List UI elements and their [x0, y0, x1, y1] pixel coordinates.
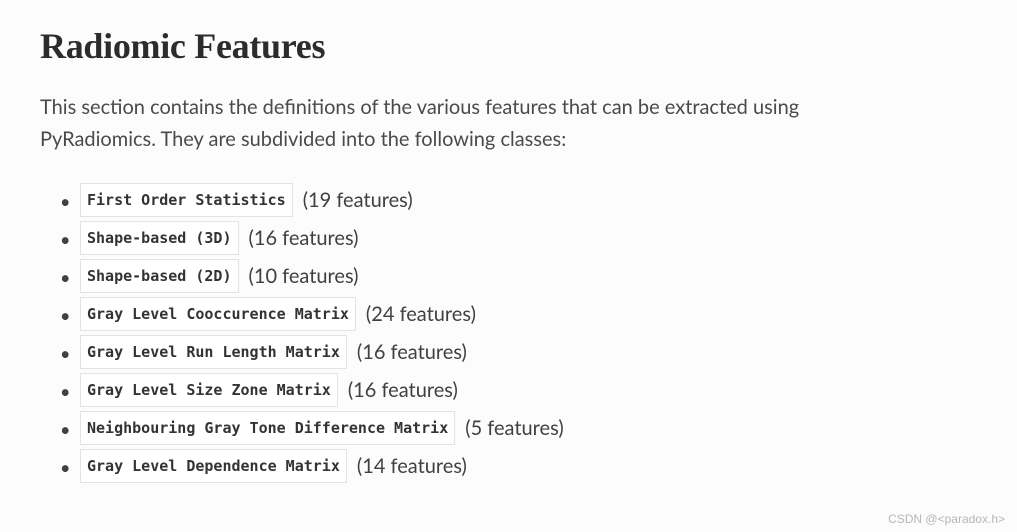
feature-count: (10 features) — [249, 260, 359, 292]
feature-name-code: Neighbouring Gray Tone Difference Matrix — [80, 411, 455, 445]
feature-name-code: Gray Level Dependence Matrix — [80, 449, 347, 483]
watermark: CSDN @<paradox.h> — [888, 512, 1005, 526]
list-item: Shape-based (2D) (10 features) — [80, 259, 977, 293]
feature-count: (5 features) — [465, 412, 563, 444]
list-item: Neighbouring Gray Tone Difference Matrix… — [80, 411, 977, 445]
feature-name-code: First Order Statistics — [80, 183, 293, 217]
feature-list: First Order Statistics (19 features) Sha… — [40, 183, 977, 483]
list-item: Gray Level Dependence Matrix (14 feature… — [80, 449, 977, 483]
feature-count: (19 features) — [303, 184, 413, 216]
feature-count: (14 features) — [357, 450, 467, 482]
feature-name-code: Shape-based (2D) — [80, 259, 239, 293]
list-item: First Order Statistics (19 features) — [80, 183, 977, 217]
feature-name-code: Gray Level Run Length Matrix — [80, 335, 347, 369]
page-title: Radiomic Features — [40, 25, 977, 67]
list-item: Gray Level Cooccurence Matrix (24 featur… — [80, 297, 977, 331]
list-item: Gray Level Size Zone Matrix (16 features… — [80, 373, 977, 407]
feature-name-code: Shape-based (3D) — [80, 221, 239, 255]
feature-name-code: Gray Level Size Zone Matrix — [80, 373, 338, 407]
feature-count: (16 features) — [249, 222, 359, 254]
feature-count: (16 features) — [357, 336, 467, 368]
list-item: Gray Level Run Length Matrix (16 feature… — [80, 335, 977, 369]
feature-count: (24 features) — [366, 298, 476, 330]
intro-paragraph: This section contains the definitions of… — [40, 91, 920, 155]
feature-count: (16 features) — [348, 374, 458, 406]
list-item: Shape-based (3D) (16 features) — [80, 221, 977, 255]
feature-name-code: Gray Level Cooccurence Matrix — [80, 297, 356, 331]
